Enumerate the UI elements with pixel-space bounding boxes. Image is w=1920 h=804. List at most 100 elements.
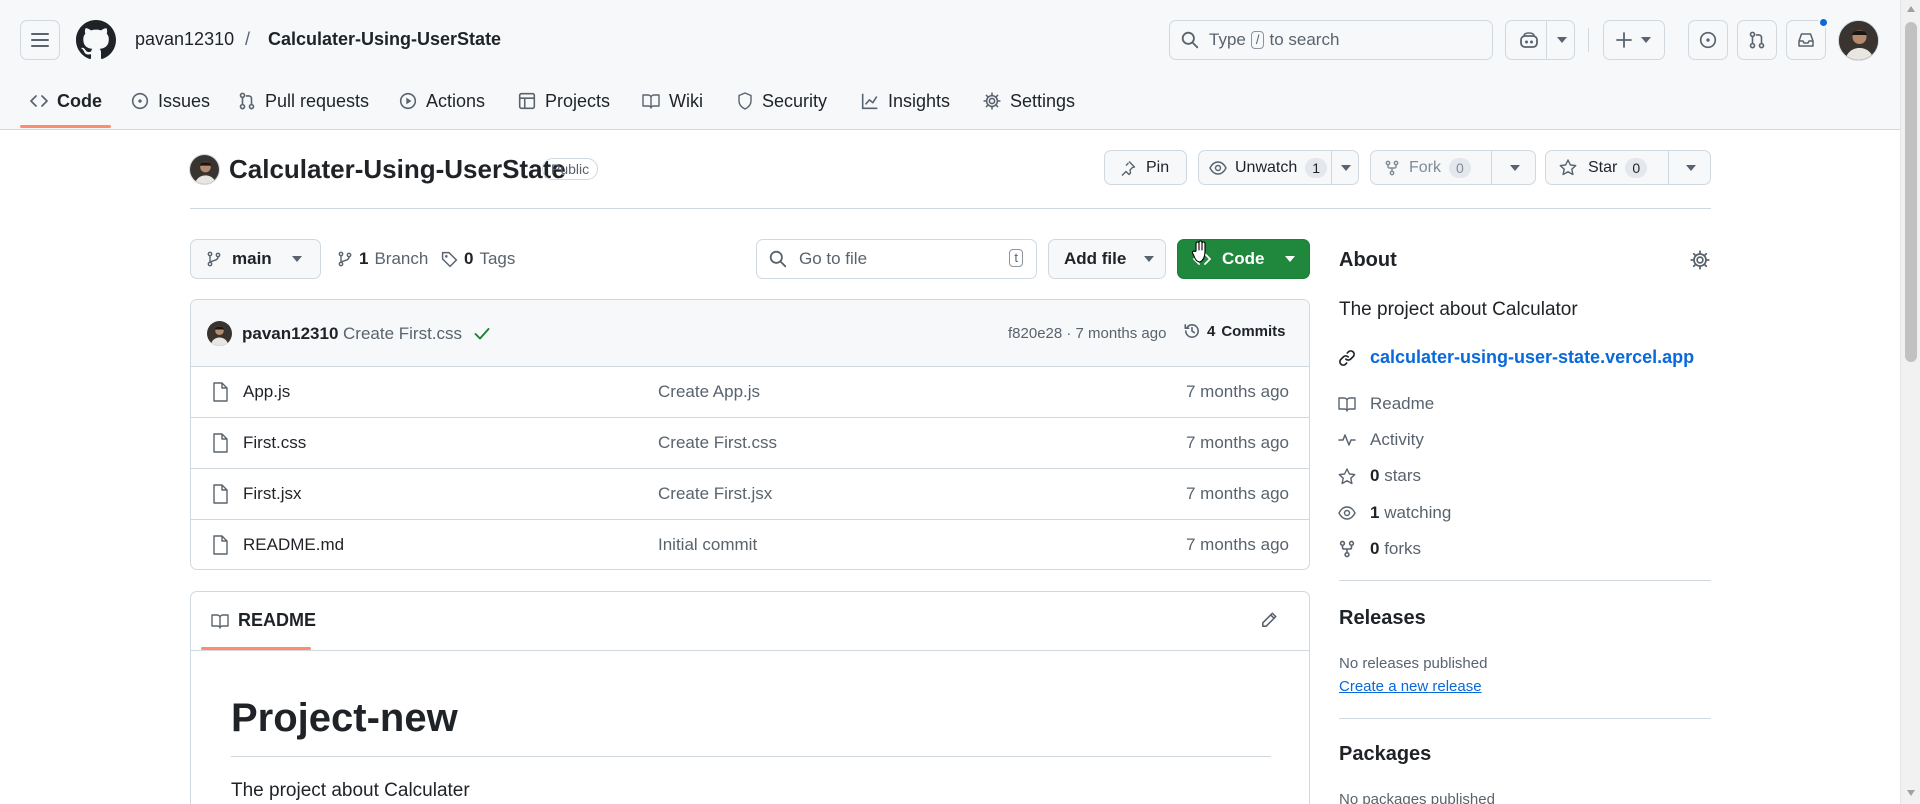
star-label: Star (1588, 158, 1618, 176)
readme-tab[interactable]: README (211, 610, 316, 631)
commit-author[interactable]: pavan12310 (242, 324, 338, 344)
about-title: About (1339, 249, 1397, 271)
tag-icon (441, 251, 458, 267)
branch-selector[interactable]: main (190, 239, 321, 279)
repo-head-divider (190, 208, 1711, 209)
website-url[interactable]: calculater-using-user-state.vercel.app (1370, 347, 1694, 368)
file-row[interactable]: App.js Create App.js 7 months ago (191, 367, 1309, 418)
readme-link[interactable]: Readme (1338, 394, 1434, 414)
pulse-icon (1338, 434, 1356, 446)
copilot-button[interactable] (1505, 20, 1575, 60)
chevron-down-icon (1341, 164, 1351, 171)
visibility-badge: Public (542, 158, 599, 180)
file-name[interactable]: First.css (243, 433, 306, 453)
file-date: 7 months ago (1185, 433, 1289, 452)
tab-pull-requests[interactable]: Pull requests (238, 88, 369, 114)
tab-insights[interactable]: Insights (861, 88, 950, 114)
copilot-dropdown[interactable] (1546, 21, 1576, 59)
issues-button[interactable] (1688, 20, 1728, 60)
star-count: 0 (1625, 157, 1648, 178)
fork-count: 0 (1449, 157, 1471, 178)
file-commit-message[interactable]: Initial commit (658, 535, 757, 555)
breadcrumb-owner[interactable]: pavan12310 (135, 29, 234, 50)
tab-actions[interactable]: Actions (399, 88, 485, 114)
stars-label: stars (1384, 466, 1422, 485)
chevron-down-icon (1284, 256, 1295, 262)
scrollbar-thumb[interactable] (1905, 22, 1917, 362)
tab-issues[interactable]: Issues (131, 88, 210, 114)
page-scrollbar[interactable] (1900, 0, 1920, 804)
tab-code[interactable]: Code (30, 88, 102, 114)
file-name[interactable]: First.jsx (243, 484, 302, 504)
activity-link[interactable]: Activity (1338, 430, 1424, 450)
fork-button[interactable]: Fork 0 (1370, 150, 1536, 185)
watch-button[interactable]: Unwatch 1 (1198, 150, 1359, 185)
menu-button[interactable] (20, 20, 60, 60)
forks-link[interactable]: 0 forks (1338, 539, 1421, 559)
website-link[interactable]: calculater-using-user-state.vercel.app (1338, 347, 1694, 368)
file-name[interactable]: README.md (243, 535, 344, 555)
go-to-file-input[interactable]: Go to file t (756, 239, 1037, 279)
pull-requests-button[interactable] (1737, 20, 1777, 60)
create-new-button[interactable] (1603, 20, 1665, 60)
branches-link[interactable]: 1 Branch (337, 249, 428, 269)
tab-projects[interactable]: Projects (518, 88, 610, 114)
tab-security[interactable]: Security (737, 88, 827, 114)
search-input[interactable]: Type / to search (1169, 20, 1493, 60)
fork-dropdown[interactable] (1491, 151, 1537, 184)
github-mark-icon (76, 20, 116, 60)
star-button[interactable]: Star 0 (1545, 150, 1711, 185)
user-avatar[interactable] (1838, 20, 1879, 61)
tab-wiki[interactable]: Wiki (642, 88, 703, 114)
create-release-link[interactable]: Create a new release (1339, 678, 1482, 695)
copilot-icon (1520, 32, 1538, 48)
check-icon[interactable] (474, 327, 490, 340)
breadcrumb-separator: / (245, 29, 251, 49)
stars-link[interactable]: 0 stars (1338, 466, 1421, 486)
commits-history-link[interactable]: 4 Commits (1183, 322, 1286, 340)
file-row[interactable]: README.md Initial commit 7 months ago (191, 520, 1309, 569)
tab-settings[interactable]: Settings (983, 88, 1075, 114)
add-file-button[interactable]: Add file (1048, 239, 1166, 279)
file-name[interactable]: App.js (243, 382, 290, 402)
link-icon (1339, 349, 1355, 366)
scroll-up-arrow-icon[interactable] (1906, 5, 1916, 13)
tags-link[interactable]: 0 Tags (441, 249, 515, 269)
file-commit-message[interactable]: Create App.js (658, 382, 760, 402)
breadcrumb-repo[interactable]: Calculater-Using-UserState (268, 29, 501, 50)
pin-label: Pin (1146, 158, 1170, 176)
packages-title[interactable]: Packages (1339, 743, 1431, 766)
hamburger-icon (31, 33, 49, 47)
watching-link[interactable]: 1 watching (1338, 503, 1451, 523)
file-icon (213, 535, 228, 555)
github-logo[interactable] (76, 20, 116, 60)
star-dropdown[interactable] (1668, 151, 1712, 184)
file-row[interactable]: First.jsx Create First.jsx 7 months ago (191, 469, 1309, 520)
watch-dropdown[interactable] (1331, 151, 1360, 184)
commit-author-avatar[interactable] (207, 321, 232, 346)
file-icon (213, 433, 228, 453)
pencil-icon[interactable] (1260, 611, 1278, 629)
releases-title[interactable]: Releases (1339, 607, 1426, 630)
gear-icon[interactable] (1690, 250, 1710, 270)
commits-label: Commits (1221, 322, 1286, 340)
git-pull-request-icon (1749, 31, 1765, 49)
packages-empty: No packages published (1339, 791, 1495, 804)
pin-icon (1121, 160, 1136, 176)
scroll-down-arrow-icon[interactable] (1906, 789, 1916, 797)
file-commit-message[interactable]: Create First.css (658, 433, 777, 453)
eye-icon (1209, 160, 1227, 175)
file-row[interactable]: First.css Create First.css 7 months ago (191, 418, 1309, 469)
avatar-image-icon (1839, 21, 1878, 60)
releases-empty: No releases published (1339, 655, 1488, 672)
notification-dot (1818, 17, 1829, 28)
repo-owner-avatar[interactable] (189, 154, 220, 185)
commit-message[interactable]: Create First.css (343, 324, 462, 344)
table-icon (518, 92, 536, 110)
repo-title[interactable]: Calculater-Using-UserState (229, 154, 566, 185)
commit-hash-time[interactable]: f820e28 · 7 months ago (1008, 325, 1166, 342)
tab-security-label: Security (762, 90, 828, 111)
file-commit-message[interactable]: Create First.jsx (658, 484, 772, 504)
pin-button[interactable]: Pin (1104, 150, 1187, 185)
watch-count: 1 (1305, 157, 1328, 178)
